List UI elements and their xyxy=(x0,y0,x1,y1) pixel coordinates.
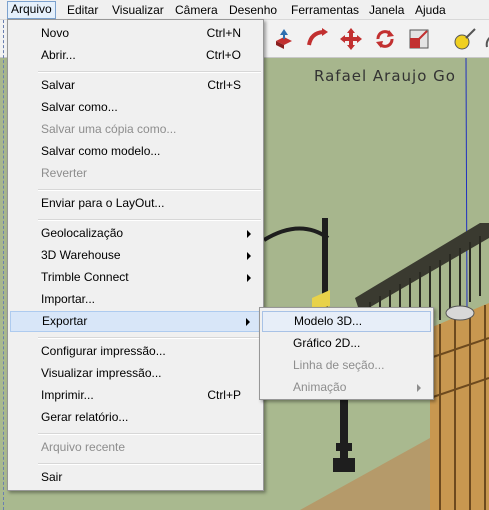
menu-item-label: Salvar como modelo... xyxy=(41,144,161,158)
menu-item-label: Configurar impressão... xyxy=(41,344,166,358)
submenu-arrow-icon xyxy=(417,384,421,392)
window-left-edge xyxy=(3,20,4,510)
menu-item-trimble-connect[interactable]: Trimble Connect xyxy=(10,267,261,288)
menu-separator xyxy=(38,337,261,339)
menu-item-label: Novo xyxy=(41,26,70,40)
menu-item-label: Gráfico 2D... xyxy=(293,336,361,350)
menu-item-reverter: Reverter xyxy=(10,163,261,184)
push-pull-icon[interactable] xyxy=(270,25,298,53)
menu-separator xyxy=(38,71,261,73)
menu-item-arquivo-recente: Arquivo recente xyxy=(10,437,261,458)
submenu-arrow-icon xyxy=(247,252,251,260)
menu-item-label: Geolocalização xyxy=(41,226,124,240)
menu-item-sair[interactable]: Sair xyxy=(10,467,261,488)
submenu-arrow-icon xyxy=(247,230,251,238)
menu-item-salvar-como[interactable]: Salvar como... xyxy=(10,97,261,118)
menu-item-novo[interactable]: Novo Ctrl+N xyxy=(10,23,261,44)
menu-item-label: Imprimir... xyxy=(41,388,94,402)
menu-camera[interactable]: Câmera xyxy=(172,2,221,18)
tape-measure-icon[interactable] xyxy=(451,25,479,53)
menu-ajuda[interactable]: Ajuda xyxy=(412,2,449,18)
menu-item-label: Salvar xyxy=(41,78,76,92)
menu-item-imprimir[interactable]: Imprimir... Ctrl+P xyxy=(10,385,261,406)
menu-item-salvar-copia: Salvar uma cópia como... xyxy=(10,119,261,140)
menu-separator xyxy=(38,189,261,191)
menu-item-label: Visualizar impressão... xyxy=(41,366,162,380)
scale-icon[interactable] xyxy=(405,25,433,53)
menu-ferramentas[interactable]: Ferramentas xyxy=(288,2,362,18)
menu-item-exportar[interactable]: Exportar xyxy=(10,311,261,332)
submenu-item-animacao: Animação xyxy=(262,377,431,398)
menu-item-label: Exportar xyxy=(42,314,88,328)
menu-item-label: Importar... xyxy=(41,292,96,306)
menu-item-gerar-relatorio[interactable]: Gerar relatório... xyxy=(10,407,261,428)
submenu-item-grafico-2d[interactable]: Gráfico 2D... xyxy=(262,333,431,354)
menu-item-salvar[interactable]: Salvar Ctrl+S xyxy=(10,75,261,96)
menu-item-label: Gerar relatório... xyxy=(41,410,129,424)
menu-item-3d-warehouse[interactable]: 3D Warehouse xyxy=(10,245,261,266)
menu-separator xyxy=(38,219,261,221)
move-icon[interactable] xyxy=(337,25,365,53)
menu-item-label: Salvar como... xyxy=(41,100,118,114)
submenu-arrow-icon xyxy=(246,318,250,326)
menu-item-label: 3D Warehouse xyxy=(41,248,121,262)
menu-arquivo[interactable]: Arquivo xyxy=(7,1,56,19)
menu-item-label: Arquivo recente xyxy=(41,440,126,454)
menu-item-abrir[interactable]: Abrir... Ctrl+O xyxy=(10,45,261,66)
menu-item-shortcut: Ctrl+P xyxy=(207,388,241,402)
menu-item-geolocalizacao[interactable]: Geolocalização xyxy=(10,223,261,244)
menu-desenho[interactable]: Desenho xyxy=(226,2,280,18)
menu-item-enviar-layout[interactable]: Enviar para o LayOut... xyxy=(10,193,261,214)
menu-bar: Arquivo Editar Visualizar Câmera Desenho… xyxy=(0,0,489,20)
protractor-icon[interactable] xyxy=(478,25,489,53)
menu-item-visualizar-impressao[interactable]: Visualizar impressão... xyxy=(10,363,261,384)
rotate-icon[interactable] xyxy=(371,25,399,53)
menu-janela[interactable]: Janela xyxy=(366,2,407,18)
menu-item-salvar-modelo[interactable]: Salvar como modelo... xyxy=(10,141,261,162)
menu-item-shortcut: Ctrl+O xyxy=(205,48,241,62)
submenu-item-linha-secao: Linha de seção... xyxy=(262,355,431,376)
menu-item-label: Animação xyxy=(293,380,347,394)
export-submenu: Modelo 3D... Gráfico 2D... Linha de seçã… xyxy=(259,307,434,400)
menu-item-label: Sair xyxy=(41,470,63,484)
menu-item-label: Reverter xyxy=(41,166,88,180)
menu-item-shortcut: Ctrl+N xyxy=(206,26,241,40)
menu-item-configurar-impressao[interactable]: Configurar impressão... xyxy=(10,341,261,362)
menu-editar[interactable]: Editar xyxy=(64,2,101,18)
menu-item-label: Trimble Connect xyxy=(41,270,129,284)
submenu-item-modelo-3d[interactable]: Modelo 3D... xyxy=(262,311,431,332)
menu-separator xyxy=(38,433,261,435)
menu-item-importar[interactable]: Importar... xyxy=(10,289,261,310)
menu-item-label: Modelo 3D... xyxy=(294,314,363,328)
menu-item-shortcut: Ctrl+S xyxy=(207,78,241,92)
menu-separator xyxy=(38,463,261,465)
file-menu: Novo Ctrl+N Abrir... Ctrl+O Salvar Ctrl+… xyxy=(7,19,264,491)
follow-me-icon[interactable] xyxy=(303,25,331,53)
menu-visualizar[interactable]: Visualizar xyxy=(109,2,167,18)
submenu-arrow-icon xyxy=(247,274,251,282)
menu-item-label: Enviar para o LayOut... xyxy=(41,196,165,210)
menu-item-label: Abrir... xyxy=(41,48,76,62)
menu-item-label: Linha de seção... xyxy=(293,358,385,372)
menu-item-label: Salvar uma cópia como... xyxy=(41,122,177,136)
